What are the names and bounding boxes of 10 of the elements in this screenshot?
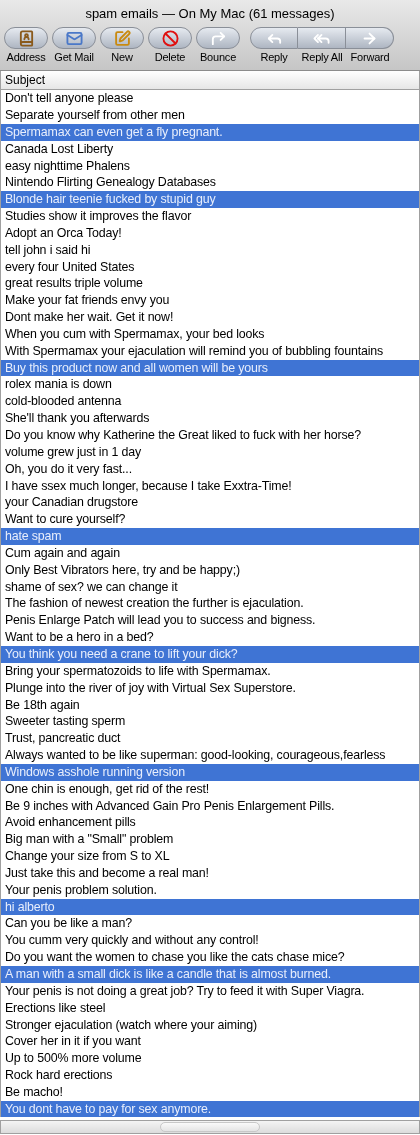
scroll-thumb[interactable]: [160, 1122, 260, 1133]
window-title: spam emails — On My Mac (61 messages): [85, 4, 335, 23]
message-row[interactable]: Blonde hair teenie fucked by stupid guy: [1, 191, 419, 208]
envelope-icon: [65, 29, 83, 47]
no-entry-icon: [161, 29, 179, 47]
horizontal-scrollbar[interactable]: [0, 1120, 420, 1135]
column-header[interactable]: Subject: [0, 71, 420, 90]
note-pencil-icon: [113, 29, 131, 47]
bounce-arrow-icon: [209, 29, 227, 47]
address-book-icon: [17, 29, 35, 47]
